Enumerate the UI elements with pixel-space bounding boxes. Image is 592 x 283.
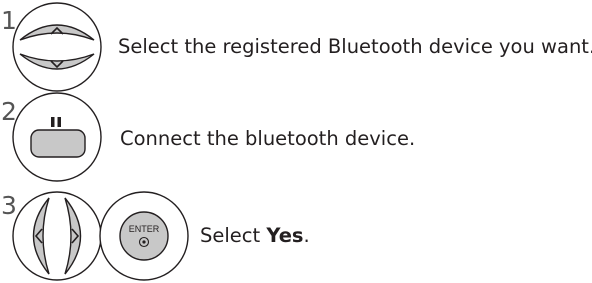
step-3-remote-keys: ENTER xyxy=(12,191,189,281)
enter-button-label: ENTER xyxy=(129,224,160,234)
step-1-instruction: Select the registered Bluetooth device y… xyxy=(118,35,592,58)
step-2-instruction: Connect the bluetooth device. xyxy=(120,127,416,150)
step-1-remote-keys xyxy=(12,2,102,92)
step-3-text-suffix: . xyxy=(303,224,310,247)
enter-button-icon: ENTER xyxy=(119,211,169,261)
step-3-text-prefix: Select xyxy=(200,224,267,247)
step-3-text-bold: Yes xyxy=(266,224,304,247)
step-3-instruction: Select Yes. xyxy=(200,226,310,246)
step-2-remote-key xyxy=(12,92,102,182)
